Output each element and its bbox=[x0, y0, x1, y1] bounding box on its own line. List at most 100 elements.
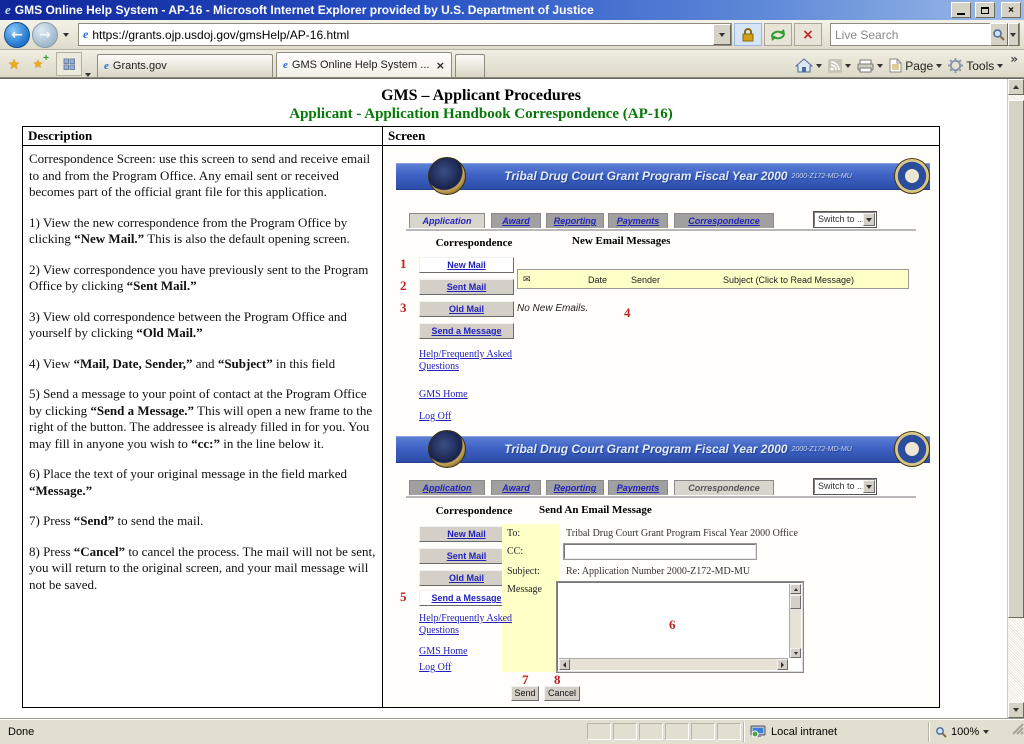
gms-tab-award: Award bbox=[491, 213, 541, 228]
tab-grants-gov[interactable]: e Grants.gov bbox=[97, 54, 273, 77]
minimize-button[interactable] bbox=[951, 2, 971, 18]
scroll-down-icon bbox=[1013, 708, 1019, 712]
stop-icon: × bbox=[802, 26, 814, 43]
gms-home-link: GMS Home bbox=[419, 646, 468, 657]
zoom-control[interactable]: 100% bbox=[928, 721, 1008, 742]
scroll-down-button[interactable] bbox=[1008, 702, 1024, 718]
security-lock-button[interactable] bbox=[734, 23, 762, 46]
browser-window: e GMS Online Help System - AP-16 - Micro… bbox=[0, 0, 1024, 744]
gms-tab-reporting: Reporting bbox=[546, 213, 604, 228]
tab-gms-online-help[interactable]: e GMS Online Help System ... × bbox=[276, 52, 452, 77]
new-tab-stub[interactable] bbox=[455, 54, 485, 77]
screen-cell: Tribal Drug Court Grant Program Fiscal Y… bbox=[383, 146, 939, 707]
ojp-seal-icon bbox=[894, 158, 930, 194]
gms-message-label: Message bbox=[507, 584, 542, 595]
page-favicon-icon: e bbox=[83, 27, 89, 41]
tab-list-dropdown[interactable] bbox=[82, 73, 94, 77]
tab-label: Grants.gov bbox=[112, 60, 167, 72]
resize-grip[interactable] bbox=[1008, 719, 1024, 744]
gms-content-heading: Send An Email Message bbox=[539, 504, 652, 516]
gms-old-mail-button: Old Mail bbox=[419, 301, 514, 317]
page-scrollbar[interactable] bbox=[1007, 79, 1024, 718]
command-bar: Page Tools bbox=[793, 58, 1008, 77]
live-search-box bbox=[830, 23, 1020, 46]
status-segment bbox=[587, 723, 611, 740]
scrollbar-thumb[interactable] bbox=[1008, 100, 1024, 618]
gms-program-name: Tribal Drug Court Grant Program Fiscal Y… bbox=[504, 169, 788, 183]
gms-screenshot-new-mail: Tribal Drug Court Grant Program Fiscal Y… bbox=[394, 153, 930, 425]
address-input[interactable] bbox=[92, 27, 713, 42]
star-icon: ★ bbox=[32, 57, 44, 71]
gms-tab-baseline bbox=[406, 229, 916, 231]
chevron-down-icon bbox=[63, 32, 69, 37]
add-favorite-button[interactable]: ★ + bbox=[26, 52, 50, 76]
address-dropdown-button[interactable] bbox=[713, 24, 731, 45]
help-table: Description Screen Correspondence Screen… bbox=[22, 126, 940, 708]
page-menu-button[interactable]: Page bbox=[887, 58, 944, 73]
gms-sent-mail-button: Sent Mail bbox=[419, 279, 514, 295]
restore-button[interactable] bbox=[975, 2, 995, 18]
gms-program-name: Tribal Drug Court Grant Program Fiscal Y… bbox=[504, 442, 788, 456]
home-icon bbox=[795, 58, 814, 73]
gms-tab-application: Application bbox=[409, 213, 485, 228]
description-paragraph: 6) Place the text of your original messa… bbox=[29, 466, 348, 498]
tools-menu-label: Tools bbox=[966, 58, 995, 73]
search-go-button[interactable] bbox=[990, 23, 1008, 46]
gms-old-mail-button: Old Mail bbox=[419, 570, 514, 586]
favorites-center-button[interactable]: ★ bbox=[2, 52, 26, 76]
gms-cancel-button: Cancel bbox=[544, 686, 580, 701]
forward-button[interactable]: → bbox=[32, 21, 58, 48]
page-icon bbox=[889, 58, 902, 73]
description-paragraph: 2) View correspondence you have previous… bbox=[29, 261, 369, 294]
gms-banner-title: Tribal Drug Court Grant Program Fiscal Y… bbox=[476, 157, 880, 195]
scroll-left-icon bbox=[559, 659, 570, 670]
gms-tab-award: Award bbox=[491, 480, 541, 495]
gms-switch-to-label: Switch to ... bbox=[818, 481, 865, 491]
gms-banner: Tribal Drug Court Grant Program Fiscal Y… bbox=[396, 430, 930, 468]
gms-switch-to-select: Switch to ... bbox=[813, 211, 877, 228]
description-paragraph: 3) View old correspondence between the P… bbox=[29, 308, 347, 341]
tools-menu-button[interactable]: Tools bbox=[946, 58, 1005, 73]
gms-col-date: Date bbox=[588, 275, 608, 285]
gms-banner: Tribal Drug Court Grant Program Fiscal Y… bbox=[396, 157, 930, 195]
chevron-down-icon bbox=[863, 213, 875, 226]
gms-tab-reporting: Reporting bbox=[546, 480, 604, 495]
minimize-icon bbox=[957, 13, 965, 15]
gms-log-off-link: Log Off bbox=[419, 411, 452, 422]
refresh-button[interactable] bbox=[764, 23, 792, 46]
history-dropdown[interactable] bbox=[60, 32, 72, 37]
feeds-icon bbox=[828, 58, 843, 73]
stop-button[interactable]: × bbox=[794, 23, 822, 46]
scroll-down-icon bbox=[790, 648, 801, 658]
callout-6: 6 bbox=[669, 617, 676, 632]
print-button[interactable] bbox=[855, 59, 885, 73]
close-button[interactable]: × bbox=[1001, 2, 1021, 18]
quick-tabs-button[interactable] bbox=[56, 52, 82, 76]
chevron-down-icon bbox=[816, 63, 823, 68]
back-button[interactable]: ← bbox=[4, 21, 30, 48]
gms-grant-number: 2000-Z172-MD-MU bbox=[791, 445, 852, 453]
gms-sent-mail-button: Sent Mail bbox=[419, 548, 514, 564]
callout-3: 3 bbox=[400, 300, 407, 315]
search-input[interactable] bbox=[831, 27, 990, 42]
scroll-up-icon bbox=[1013, 85, 1019, 89]
search-icon bbox=[993, 29, 1006, 41]
star-icon: ★ bbox=[7, 55, 21, 72]
ojp-seal-icon bbox=[894, 431, 930, 467]
tab-close-icon[interactable]: × bbox=[436, 59, 445, 72]
lock-icon bbox=[742, 27, 754, 41]
home-button[interactable] bbox=[793, 58, 824, 73]
gms-tab-correspondence: Correspondence bbox=[674, 480, 774, 495]
gms-subject-label: Subject: bbox=[507, 566, 540, 577]
description-paragraph: 1) View the new correspondence from the … bbox=[29, 214, 350, 247]
feeds-button[interactable] bbox=[826, 58, 853, 73]
title-bar: e GMS Online Help System - AP-16 - Micro… bbox=[0, 0, 1024, 20]
search-options-dropdown[interactable] bbox=[1007, 23, 1019, 46]
help-page: GMS – Applicant Procedures Applicant - A… bbox=[0, 79, 1007, 718]
chevron-down-icon bbox=[877, 63, 884, 68]
toolbar-overflow-button[interactable]: » bbox=[1008, 50, 1022, 66]
gms-banner-title: Tribal Drug Court Grant Program Fiscal Y… bbox=[476, 430, 880, 468]
chevron-down-icon bbox=[936, 63, 943, 68]
tab-label: GMS Online Help System ... bbox=[291, 59, 430, 71]
scroll-up-button[interactable] bbox=[1008, 79, 1024, 95]
